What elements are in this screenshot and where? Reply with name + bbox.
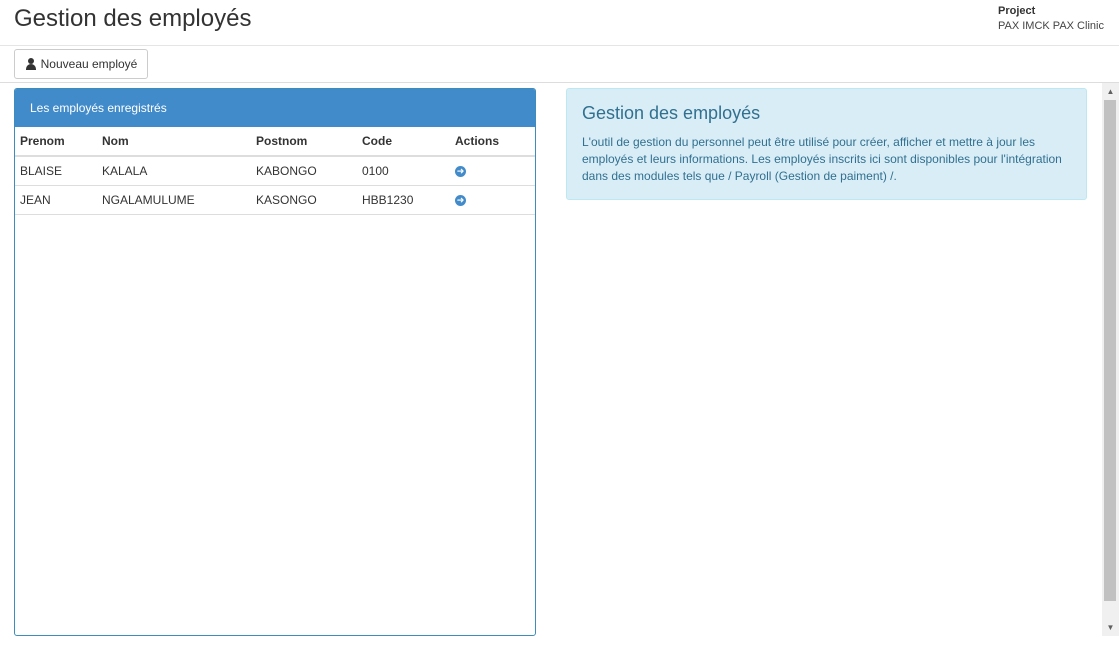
cell-nom: KALALA bbox=[97, 156, 251, 186]
info-box: Gestion des employés L'outil de gestion … bbox=[566, 88, 1087, 200]
user-icon bbox=[25, 58, 37, 70]
cell-code: 0100 bbox=[357, 156, 450, 186]
cell-code: HBB1230 bbox=[357, 185, 450, 215]
cell-prenom: BLAISE bbox=[15, 156, 97, 186]
table-row: BLAISE KALALA KABONGO 0100 ➜ bbox=[15, 156, 535, 186]
scrollbar-thumb[interactable] bbox=[1104, 100, 1116, 601]
project-name: PAX IMCK PAX Clinic bbox=[998, 20, 1104, 32]
cell-actions: ➜ bbox=[450, 185, 535, 215]
column-header-actions: Actions bbox=[450, 127, 535, 157]
project-info: Project PAX IMCK PAX Clinic bbox=[998, 4, 1104, 34]
new-employee-label: Nouveau employé bbox=[40, 57, 138, 71]
toolbar: Nouveau employé bbox=[0, 46, 1119, 83]
cell-nom: NGALAMULUME bbox=[97, 185, 251, 215]
column-header-code: Code bbox=[357, 127, 450, 157]
cell-postnom: KABONGO bbox=[251, 156, 357, 186]
employees-panel: Les employés enregistrés Prenom Nom Post… bbox=[14, 88, 536, 636]
arrow-circle-right-icon[interactable]: ➜ bbox=[455, 166, 466, 178]
vertical-scrollbar[interactable]: ▲ ▼ bbox=[1102, 83, 1119, 636]
column-header-postnom: Postnom bbox=[251, 127, 357, 157]
column-header-nom: Nom bbox=[97, 127, 251, 157]
scroll-down-icon[interactable]: ▼ bbox=[1102, 619, 1119, 636]
cell-prenom: JEAN bbox=[15, 185, 97, 215]
column-header-prenom: Prenom bbox=[15, 127, 97, 157]
arrow-circle-right-icon[interactable]: ➜ bbox=[455, 195, 466, 207]
scroll-up-icon[interactable]: ▲ bbox=[1102, 83, 1119, 100]
table-header-row: Prenom Nom Postnom Code Actions bbox=[15, 127, 535, 157]
page-header: Gestion des employés Project PAX IMCK PA… bbox=[0, 0, 1119, 46]
info-text: L'outil de gestion du personnel peut êtr… bbox=[582, 135, 1062, 183]
new-employee-button[interactable]: Nouveau employé bbox=[14, 49, 148, 79]
project-label: Project bbox=[998, 5, 1036, 17]
panel-heading: Les employés enregistrés bbox=[15, 89, 535, 127]
cell-actions: ➜ bbox=[450, 156, 535, 186]
cell-postnom: KASONGO bbox=[251, 185, 357, 215]
page-title: Gestion des employés bbox=[14, 5, 252, 32]
info-title: Gestion des employés bbox=[582, 103, 761, 123]
table-row: JEAN NGALAMULUME KASONGO HBB1230 ➜ bbox=[15, 185, 535, 215]
employees-table: Prenom Nom Postnom Code Actions BLAISE K… bbox=[15, 127, 535, 215]
